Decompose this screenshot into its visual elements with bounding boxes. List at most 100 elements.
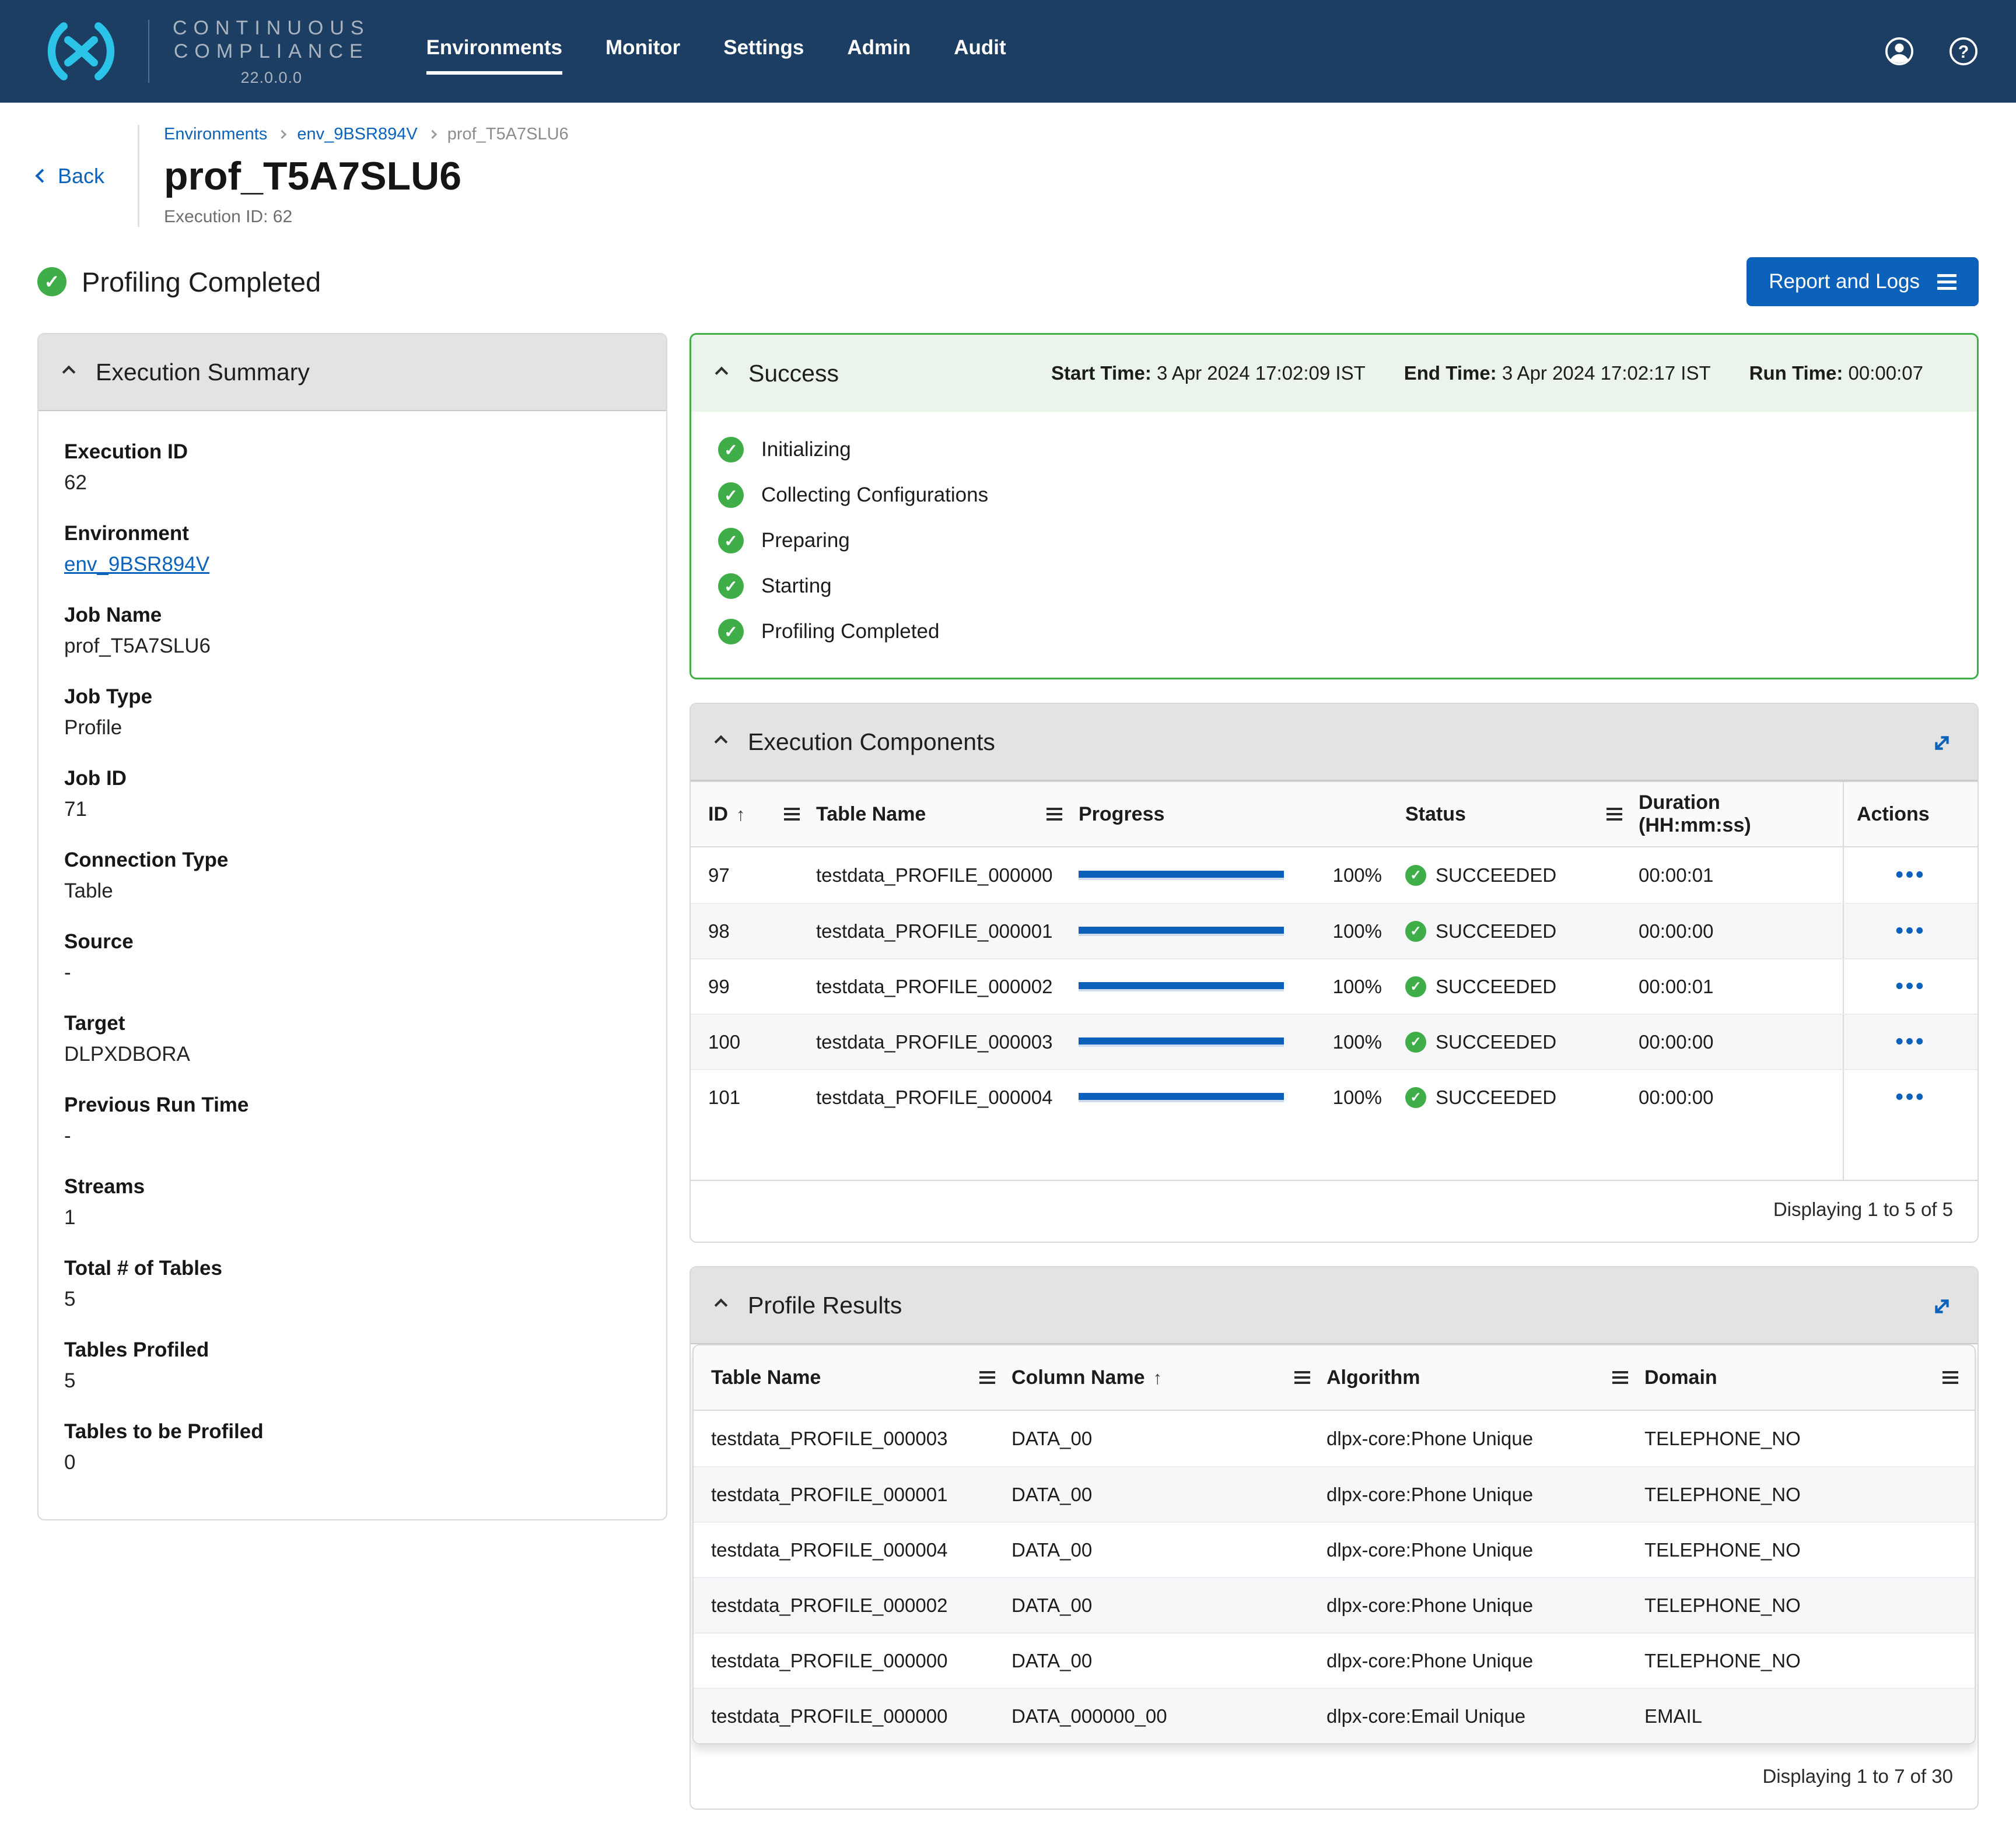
- cell-table-name: testdata_PROFILE_000004: [816, 1087, 1079, 1109]
- run-time-value: 00:00:07: [1849, 362, 1923, 384]
- nav-item-environments[interactable]: Environments: [426, 28, 562, 75]
- field-value: Table: [64, 878, 640, 905]
- end-time-label: End Time:: [1404, 362, 1497, 384]
- cell-actions: [1843, 1070, 1978, 1124]
- column-header-domain[interactable]: Domain: [1644, 1366, 1975, 1389]
- page-header: Back Environments env_9BSR894V prof_T5A7…: [0, 103, 2016, 227]
- cell-domain: TELEPHONE_NO: [1644, 1594, 1975, 1617]
- step-label: Initializing: [761, 438, 851, 461]
- report-and-logs-button[interactable]: Report and Logs: [1746, 257, 1979, 306]
- more-dots-icon[interactable]: [1896, 1085, 1926, 1110]
- column-header-table-name[interactable]: Table Name: [694, 1366, 1012, 1389]
- field-value: Profile: [64, 714, 640, 741]
- nav-item-admin[interactable]: Admin: [847, 28, 911, 75]
- column-header-id[interactable]: ID: [691, 803, 816, 826]
- cell-status: SUCCEEDED: [1405, 976, 1639, 998]
- start-time-label: Start Time:: [1051, 362, 1152, 384]
- more-dots-icon[interactable]: [1896, 863, 1926, 888]
- column-menu-icon[interactable]: [1943, 1376, 1958, 1379]
- column-header-table-name[interactable]: Table Name: [816, 803, 1079, 826]
- column-header-column-name[interactable]: Column Name: [1012, 1366, 1326, 1389]
- column-menu-icon[interactable]: [1612, 1376, 1628, 1379]
- table-row: 99 testdata_PROFILE_000002 100% SUCCEEDE…: [691, 958, 1978, 1014]
- table-row: testdata_PROFILE_000001 DATA_00 dlpx-cor…: [694, 1466, 1975, 1522]
- table-row: testdata_PROFILE_000000 DATA_000000_00 d…: [694, 1688, 1975, 1743]
- breadcrumb-environment[interactable]: env_9BSR894V: [297, 125, 417, 144]
- results-table-header: Table Name Column Name Algorithm Domain: [694, 1345, 1975, 1411]
- table-row: testdata_PROFILE_000004 DATA_00 dlpx-cor…: [694, 1522, 1975, 1577]
- column-menu-icon[interactable]: [979, 1376, 995, 1379]
- nav-item-monitor[interactable]: Monitor: [606, 28, 680, 75]
- collapse-chevron-icon[interactable]: [62, 366, 76, 379]
- more-dots-icon[interactable]: [1896, 919, 1926, 944]
- components-table-header: ID Table Name Progress Status: [691, 782, 1978, 847]
- more-dots-icon[interactable]: [1896, 1029, 1926, 1054]
- summary-field: Job ID 71: [64, 767, 640, 823]
- status-label: SUCCEEDED: [1436, 1031, 1556, 1053]
- column-header-algorithm[interactable]: Algorithm: [1326, 1366, 1644, 1389]
- nav-item-audit[interactable]: Audit: [954, 28, 1006, 75]
- cell-table-name: testdata_PROFILE_000003: [816, 1031, 1079, 1053]
- field-label: Connection Type: [64, 849, 640, 872]
- status-row: Profiling Completed Report and Logs: [0, 227, 2016, 306]
- cell-table-name: testdata_PROFILE_000001: [816, 920, 1079, 942]
- column-menu-icon[interactable]: [1294, 1376, 1310, 1379]
- cell-id: 98: [691, 920, 816, 942]
- expand-diagonal-icon[interactable]: [1929, 1293, 1955, 1320]
- main-nav: Environments Monitor Settings Admin Audi…: [426, 28, 1006, 75]
- breadcrumb: Environments env_9BSR894V prof_T5A7SLU6: [164, 125, 569, 144]
- cell-domain: EMAIL: [1644, 1705, 1975, 1727]
- run-time-label: Run Time:: [1749, 362, 1843, 384]
- step-check-icon: [718, 573, 744, 599]
- field-label: Total # of Tables: [64, 1257, 640, 1280]
- collapse-chevron-icon[interactable]: [715, 367, 729, 380]
- step-check-icon: [718, 437, 744, 462]
- expand-diagonal-icon[interactable]: [1929, 730, 1955, 756]
- collapse-chevron-icon[interactable]: [715, 1299, 728, 1312]
- more-dots-icon[interactable]: [1896, 974, 1926, 999]
- field-value: -: [64, 1123, 640, 1149]
- progress-percent: 100%: [1333, 1031, 1382, 1053]
- step-label: Collecting Configurations: [761, 483, 988, 507]
- help-icon[interactable]: ?: [1948, 36, 1979, 66]
- column-menu-icon[interactable]: [1606, 813, 1622, 815]
- environment-link[interactable]: env_9BSR894V: [64, 553, 209, 576]
- column-header-progress[interactable]: Progress: [1079, 803, 1405, 826]
- column-menu-icon[interactable]: [784, 813, 800, 815]
- collapse-chevron-icon[interactable]: [715, 735, 728, 749]
- summary-field: Target DLPXDBORA: [64, 1012, 640, 1068]
- header-divider: [138, 125, 139, 227]
- cell-progress: 100%: [1079, 1087, 1405, 1109]
- cell-progress: 100%: [1079, 864, 1405, 886]
- execution-summary-panel: Execution Summary Execution ID 62 Enviro…: [37, 333, 667, 1520]
- back-label: Back: [58, 164, 104, 188]
- brand-divider: [148, 20, 149, 83]
- components-paging: Displaying 1 to 5 of 5: [691, 1181, 1978, 1242]
- cell-column-name: DATA_000000_00: [1012, 1705, 1326, 1727]
- nav-item-settings[interactable]: Settings: [723, 28, 804, 75]
- step-item: Initializing: [691, 427, 1977, 472]
- cell-actions-empty: [1843, 1124, 1978, 1180]
- table-row: 101 testdata_PROFILE_000004 100% SUCCEED…: [691, 1069, 1978, 1124]
- progress-percent: 100%: [1333, 1087, 1382, 1109]
- column-header-status[interactable]: Status: [1405, 803, 1639, 826]
- cell-domain: TELEPHONE_NO: [1644, 1428, 1975, 1450]
- cell-column-name: DATA_00: [1012, 1594, 1326, 1617]
- column-menu-icon[interactable]: [1046, 813, 1062, 815]
- cell-actions: [1843, 1015, 1978, 1069]
- cell-domain: TELEPHONE_NO: [1644, 1539, 1975, 1561]
- cell-progress: 100%: [1079, 976, 1405, 998]
- start-time-value: 3 Apr 2024 17:02:09 IST: [1157, 362, 1366, 384]
- column-label: Status: [1405, 803, 1466, 826]
- cell-table-name: testdata_PROFILE_000000: [816, 864, 1079, 886]
- user-account-icon[interactable]: [1884, 36, 1915, 66]
- progress-bar: [1079, 1038, 1284, 1047]
- profile-results-header: Profile Results: [691, 1267, 1978, 1344]
- delphix-logo-icon: [37, 21, 125, 82]
- back-button[interactable]: Back: [37, 164, 131, 188]
- column-header-duration[interactable]: Duration (HH:mm:ss): [1639, 791, 1843, 837]
- breadcrumb-environments[interactable]: Environments: [164, 125, 267, 144]
- column-label: Algorithm: [1326, 1366, 1420, 1389]
- chevron-right-icon: [278, 130, 287, 139]
- cell-algorithm: dlpx-core:Email Unique: [1326, 1705, 1644, 1727]
